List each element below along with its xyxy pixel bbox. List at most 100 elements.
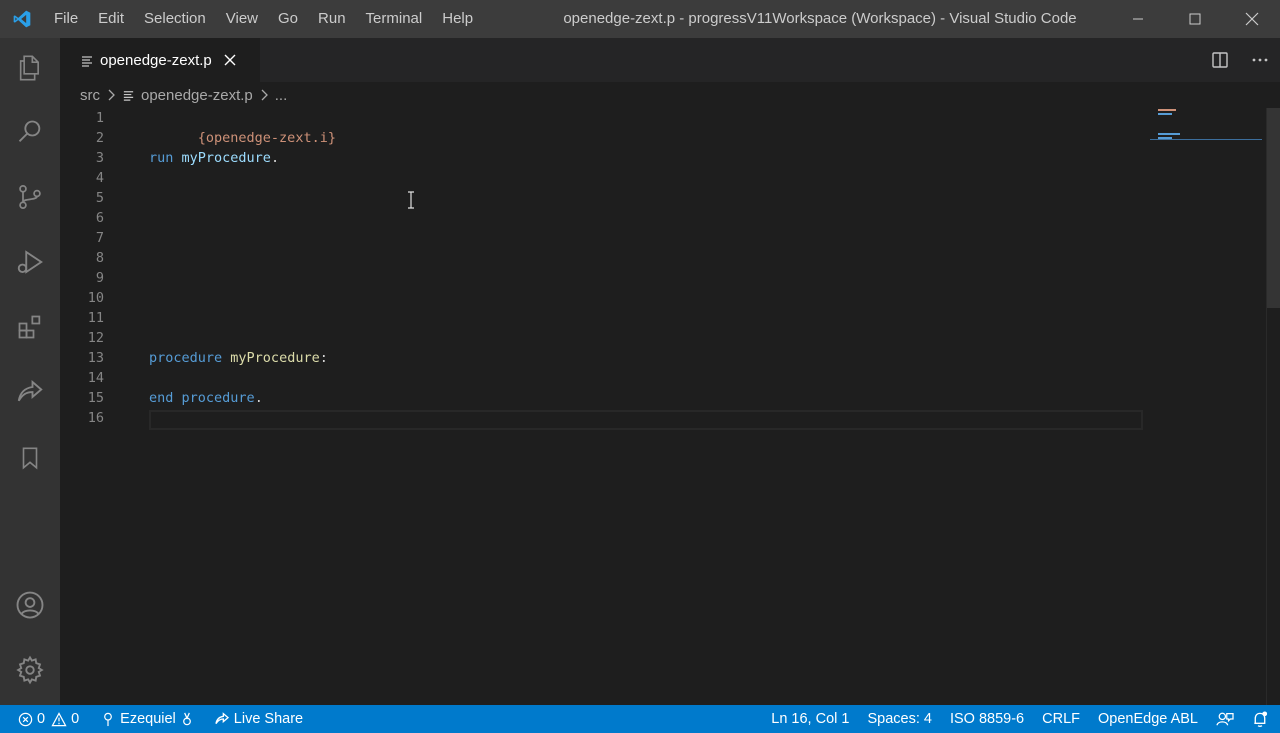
line-number: 2 bbox=[95, 130, 104, 146]
tab-bar: openedge-zext.p bbox=[60, 38, 1280, 82]
split-editor-icon[interactable] bbox=[1200, 38, 1240, 82]
keyword-procedure: procedure bbox=[149, 350, 223, 366]
keyword-end: end bbox=[149, 390, 174, 406]
breadcrumb-file[interactable]: openedge-zext.p bbox=[141, 87, 253, 104]
line-number: 5 bbox=[95, 190, 104, 206]
maximize-icon bbox=[1189, 13, 1200, 25]
breadcrumb-folder[interactable]: src bbox=[80, 87, 100, 104]
source-control-icon[interactable] bbox=[0, 172, 60, 222]
badge-icon bbox=[182, 712, 192, 727]
close-window-button[interactable] bbox=[1223, 0, 1280, 38]
user-status[interactable]: Ezequiel bbox=[88, 705, 205, 733]
window-controls bbox=[1109, 0, 1280, 38]
menu-run[interactable]: Run bbox=[308, 0, 356, 38]
line-number: 9 bbox=[95, 270, 104, 286]
warning-count: 0 bbox=[71, 711, 80, 727]
end-of-line[interactable]: CRLF bbox=[1033, 705, 1089, 733]
chevron-right-icon bbox=[259, 89, 269, 101]
status-bar: 0 0 Ezequiel Live Share Ln 16, Col 1 Spa… bbox=[0, 705, 1280, 733]
line-number: 4 bbox=[95, 170, 104, 186]
vscode-logo-icon bbox=[0, 0, 44, 38]
i-beam-cursor-icon bbox=[406, 191, 416, 209]
line-number: 3 bbox=[95, 150, 104, 166]
language-mode[interactable]: OpenEdge ABL bbox=[1089, 705, 1207, 733]
line-number: 14 bbox=[87, 370, 104, 386]
encoding[interactable]: ISO 8859-6 bbox=[941, 705, 1033, 733]
include-directive: {openedge-zext.i} bbox=[197, 130, 336, 146]
file-lines-icon bbox=[122, 89, 135, 102]
breadcrumb-more[interactable]: ... bbox=[275, 87, 288, 104]
tab-label: openedge-zext.p bbox=[100, 51, 212, 69]
warning-icon bbox=[51, 711, 67, 727]
editor[interactable]: 1 2 3 4 5 6 7 8 9 10 11 12 13 14 15 16 {… bbox=[60, 108, 1280, 705]
menu-help[interactable]: Help bbox=[432, 0, 483, 38]
indentation[interactable]: Spaces: 4 bbox=[858, 705, 941, 733]
code-line-1: {openedge-zext.i} bbox=[149, 108, 336, 146]
tab-close-icon[interactable] bbox=[222, 52, 238, 68]
live-share-icon bbox=[214, 711, 230, 727]
accounts-icon[interactable] bbox=[0, 580, 60, 630]
error-icon bbox=[18, 712, 33, 727]
notifications-bell-icon[interactable] bbox=[1243, 705, 1280, 733]
editor-actions bbox=[1200, 38, 1280, 82]
search-icon[interactable] bbox=[0, 107, 60, 157]
statement-terminator: . bbox=[270, 150, 280, 166]
explorer-icon[interactable] bbox=[0, 43, 60, 93]
pin-icon bbox=[102, 712, 114, 727]
tab-openedge-zext[interactable]: openedge-zext.p bbox=[60, 38, 260, 82]
line-number: 8 bbox=[95, 250, 104, 266]
live-share-status[interactable]: Live Share bbox=[205, 705, 312, 733]
line-number: 1 bbox=[95, 110, 104, 126]
vertical-scrollbar[interactable] bbox=[1266, 108, 1280, 705]
menu-terminal[interactable]: Terminal bbox=[356, 0, 433, 38]
minimap-line bbox=[1158, 133, 1180, 135]
scrollbar-thumb[interactable] bbox=[1267, 108, 1280, 308]
problems-status[interactable]: 0 0 bbox=[0, 705, 88, 733]
close-icon bbox=[1245, 12, 1258, 26]
current-line-highlight bbox=[149, 410, 1143, 430]
error-count: 0 bbox=[37, 711, 46, 727]
minimap-line bbox=[1158, 109, 1176, 111]
breadcrumb: src openedge-zext.p ... bbox=[60, 82, 1280, 108]
keyword-procedure: procedure bbox=[181, 390, 255, 406]
activity-bar bbox=[0, 38, 60, 705]
run-debug-icon[interactable] bbox=[0, 237, 60, 287]
line-number: 7 bbox=[95, 230, 104, 246]
window-title: openedge-zext.p - progressV11Workspace (… bbox=[563, 10, 1077, 27]
settings-gear-icon[interactable] bbox=[0, 645, 60, 695]
line-number: 13 bbox=[87, 350, 104, 366]
procedure-reference: myProcedure bbox=[181, 150, 271, 166]
user-name: Ezequiel bbox=[120, 711, 176, 727]
code-line-15: end procedure. bbox=[149, 388, 263, 408]
line-number: 16 bbox=[87, 410, 104, 426]
maximize-button[interactable] bbox=[1166, 0, 1223, 38]
more-actions-icon[interactable] bbox=[1240, 38, 1280, 82]
line-number: 11 bbox=[87, 310, 104, 326]
code-line-3: run myProcedure. bbox=[149, 148, 279, 168]
minimize-button[interactable] bbox=[1109, 0, 1166, 38]
feedback-icon[interactable] bbox=[1207, 705, 1243, 733]
keyword-run: run bbox=[149, 150, 174, 166]
bookmarks-icon[interactable] bbox=[0, 433, 60, 483]
minimap[interactable] bbox=[1150, 108, 1262, 705]
minimap-line bbox=[1158, 113, 1172, 115]
menu-selection[interactable]: Selection bbox=[134, 0, 216, 38]
line-number: 12 bbox=[87, 330, 104, 346]
minimap-viewport-line bbox=[1150, 139, 1262, 140]
line-number: 10 bbox=[87, 290, 104, 306]
file-lines-icon bbox=[80, 53, 94, 67]
live-share-label: Live Share bbox=[233, 711, 304, 727]
statement-terminator: . bbox=[254, 390, 263, 406]
chevron-right-icon bbox=[106, 89, 116, 101]
line-number: 6 bbox=[95, 210, 104, 226]
extensions-icon[interactable] bbox=[0, 302, 60, 352]
live-share-icon[interactable] bbox=[0, 367, 60, 417]
block-colon: : bbox=[319, 350, 328, 366]
menu-view[interactable]: View bbox=[216, 0, 268, 38]
menu-file[interactable]: File bbox=[44, 0, 88, 38]
cursor-position[interactable]: Ln 16, Col 1 bbox=[762, 705, 858, 733]
minimize-icon bbox=[1132, 18, 1143, 20]
menu-edit[interactable]: Edit bbox=[88, 0, 134, 38]
menu-go[interactable]: Go bbox=[268, 0, 308, 38]
title-bar: File Edit Selection View Go Run Terminal… bbox=[0, 0, 1280, 38]
